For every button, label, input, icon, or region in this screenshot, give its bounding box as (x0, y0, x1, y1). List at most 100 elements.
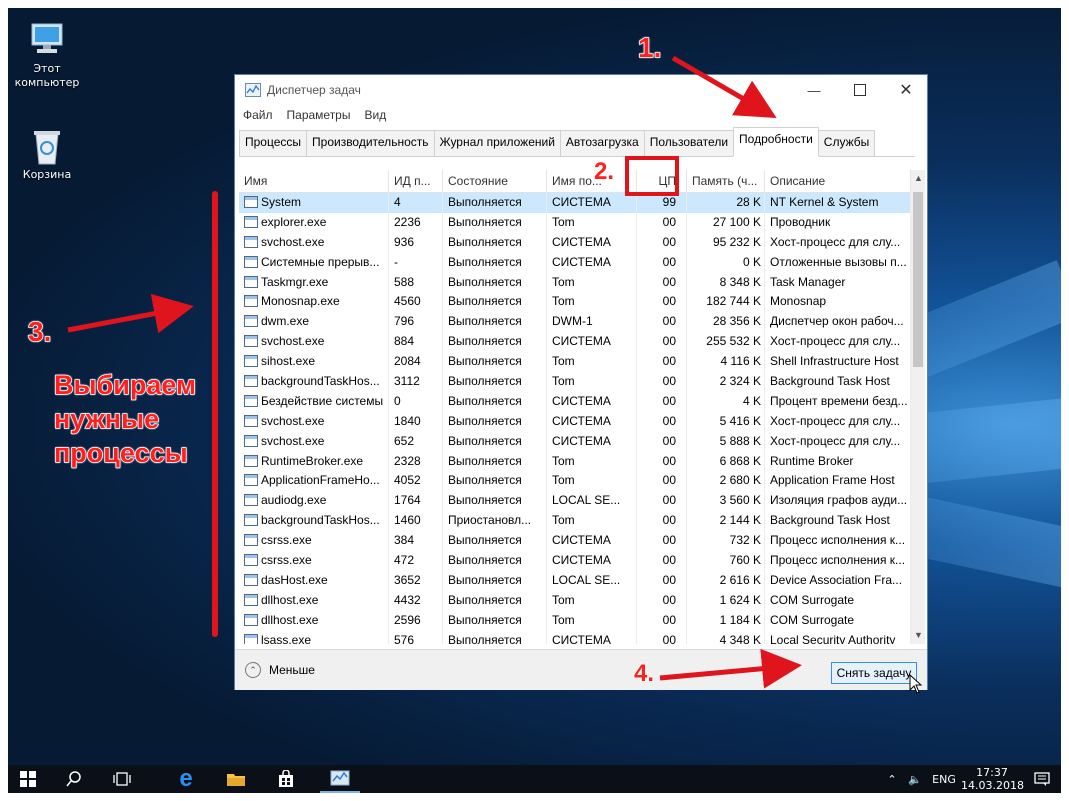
cell-col-pid: 576 (389, 630, 443, 644)
process-name: csrss.exe (261, 533, 312, 548)
file-explorer-button[interactable] (216, 765, 256, 793)
table-row[interactable]: dllhost.exe 4432 Выполняется Tom 00 1 624 K CO… (239, 590, 911, 611)
store-icon (279, 770, 293, 787)
process-icon (244, 434, 258, 447)
caption-line-2: нужные (53, 403, 160, 435)
scrollbar-thumb[interactable] (913, 192, 923, 367)
table-row[interactable]: svchost.exe 1840 Выполняется СИСТЕМА 00 5 416… (239, 411, 911, 432)
table-row[interactable]: Taskmgr.exe 588 Выполняется Tom 00 8 348 K Tas… (239, 272, 911, 293)
cell-col-memory: 0 K (687, 252, 765, 273)
table-row[interactable]: backgroundTaskHos... 1460 Приостановл... To… (239, 511, 911, 532)
recycle-bin-desktop-icon[interactable]: Корзина (12, 126, 82, 182)
header-col-pid[interactable]: ИД п... (389, 170, 443, 192)
table-row[interactable]: svchost.exe 652 Выполняется СИСТЕМА 00 5 888 … (239, 431, 911, 452)
table-row[interactable]: csrss.exe 472 Выполняется СИСТЕМА 00 760 K Про… (239, 551, 911, 571)
tab-app-history[interactable]: Журнал приложений (433, 130, 561, 156)
cell-col-cpu: 00 (637, 570, 687, 591)
cell-col-status: Выполняется (443, 272, 547, 293)
tab-processes[interactable]: Процессы (239, 130, 308, 156)
tab-services[interactable]: Службы (817, 130, 876, 156)
table-row[interactable]: Monosnap.exe 4560 Выполняется Tom 00 182 744 … (239, 292, 911, 313)
tab-startup[interactable]: Автозагрузка (559, 130, 645, 156)
table-row[interactable]: audiodg.exe 1764 Выполняется LOCAL SE... 00 3… (239, 491, 911, 512)
table-row[interactable]: svchost.exe 884 Выполняется СИСТЕМА 00 255 53… (239, 332, 911, 353)
vertical-scrollbar[interactable]: ▲ ▼ (911, 170, 925, 644)
caption-line-3: процессы (53, 437, 188, 469)
cell-col-user: СИСТЕМА (547, 252, 637, 273)
process-name: dllhost.exe (261, 592, 319, 607)
cell-col-memory: 4 116 K (687, 352, 765, 373)
volume-icon[interactable]: 🔈 (903, 773, 927, 786)
table-header: Имя ИД п... Состояние Имя по... ЦП Память (ч.… (239, 170, 911, 193)
chevron-up-icon[interactable]: ⌃ (881, 773, 903, 786)
cell-col-pid: 1764 (389, 491, 443, 512)
cell-col-status: Выполняется (443, 292, 547, 313)
process-name: Бездействие системы (261, 393, 384, 408)
maximize-button[interactable] (837, 75, 883, 105)
table-row[interactable]: System 4 Выполняется СИСТЕМА 99 28 K NT Kernel… (239, 193, 911, 213)
tab-performance[interactable]: Производительность (306, 130, 435, 156)
table-row[interactable]: sihost.exe 2084 Выполняется Tom 00 4 116 K She… (239, 352, 911, 373)
header-col-name[interactable]: Имя (239, 170, 389, 192)
scroll-up-icon[interactable]: ▲ (914, 173, 923, 183)
cell-col-user: СИСТЕМА (547, 391, 637, 412)
cell-col-memory: 2 324 K (687, 372, 765, 392)
cell-col-description: COM Surrogate (765, 610, 911, 631)
task-view-button[interactable] (102, 765, 142, 793)
cell-col-description: Monosnap (765, 292, 911, 313)
minimize-button[interactable]: — (791, 75, 837, 105)
close-button[interactable]: ✕ (883, 75, 929, 105)
tab-details[interactable]: Подробности (733, 127, 819, 157)
cell-col-description: NT Kernel & System (765, 193, 911, 213)
cell-col-pid: 0 (389, 391, 443, 412)
search-button[interactable] (54, 765, 94, 793)
header-col-user[interactable]: Имя по... (547, 170, 637, 192)
table-row[interactable]: dllhost.exe 2596 Выполняется Tom 00 1 184 K CO… (239, 610, 911, 631)
fewer-details-button[interactable]: ⌃ Меньше (245, 662, 315, 678)
tab-users[interactable]: Пользователи (643, 130, 735, 156)
menu-view[interactable]: Вид (364, 108, 386, 122)
cell-col-user: СИСТЕМА (547, 551, 637, 571)
cell-col-status: Выполняется (443, 451, 547, 472)
language-indicator[interactable]: ENG (927, 773, 961, 786)
cell-col-name: csrss.exe (239, 551, 389, 571)
end-task-button[interactable]: Снять задачу (831, 662, 917, 684)
table-row[interactable]: explorer.exe 2236 Выполняется Tom 00 27 100 K… (239, 212, 911, 233)
cell-col-cpu: 00 (637, 391, 687, 412)
cell-col-status: Выполняется (443, 212, 547, 233)
store-button[interactable] (266, 765, 306, 793)
table-row[interactable]: RuntimeBroker.exe 2328 Выполняется Tom 00 6 8… (239, 451, 911, 472)
task-manager-taskbar-button[interactable] (320, 765, 360, 793)
notifications-button[interactable] (1023, 772, 1061, 786)
start-button[interactable] (8, 765, 48, 793)
cell-col-cpu: 00 (637, 551, 687, 571)
cell-col-user: СИСТЕМА (547, 630, 637, 644)
cell-col-name: backgroundTaskHos... (239, 511, 389, 532)
process-icon (244, 275, 258, 288)
scroll-down-icon[interactable]: ▼ (914, 630, 923, 640)
table-row[interactable]: dasHost.exe 3652 Выполняется LOCAL SE... 00 2… (239, 570, 911, 591)
table-row[interactable]: lsass.exe 576 Выполняется СИСТЕМА 00 4 348 KL… (239, 630, 911, 644)
menu-file[interactable]: Файл (243, 108, 273, 122)
cell-col-pid: 588 (389, 272, 443, 293)
header-col-status[interactable]: Состояние (443, 170, 547, 192)
title-bar[interactable]: Диспетчер задач — ✕ (235, 75, 927, 105)
cell-col-memory: 2 616 K (687, 570, 765, 591)
process-icon (244, 633, 258, 644)
table-row[interactable]: backgroundTaskHos... 3112 Выполняется Tom 00… (239, 372, 911, 392)
cell-col-user: LOCAL SE... (547, 570, 637, 591)
table-row[interactable]: Системные прерыв... - Выполняется СИСТЕМА 00… (239, 252, 911, 273)
table-row[interactable]: ApplicationFrameHo... 4052 Выполняется Tom 0… (239, 471, 911, 492)
table-row[interactable]: svchost.exe 936 Выполняется СИСТЕМА 00 95 232… (239, 232, 911, 253)
clock[interactable]: 17:37 14.03.2018 (961, 766, 1024, 792)
this-pc-desktop-icon[interactable]: Этот компьютер (12, 20, 82, 90)
cell-col-user: Tom (547, 272, 637, 293)
table-row[interactable]: csrss.exe 384 Выполняется СИСТЕМА 00 732 K Про… (239, 531, 911, 552)
edge-button[interactable]: e (166, 765, 206, 793)
menu-options[interactable]: Параметры (287, 108, 351, 122)
table-row[interactable]: dwm.exe 796 Выполняется DWM-1 00 28 356 K Дисп… (239, 312, 911, 333)
header-col-description[interactable]: Описание (765, 170, 911, 192)
table-row[interactable]: Бездействие системы 0 Выполняется СИСТЕМА 00… (239, 391, 911, 412)
window-footer: ⌃ Меньше Снять задачу (235, 649, 927, 694)
header-col-memory[interactable]: Память (ч... (687, 170, 765, 192)
